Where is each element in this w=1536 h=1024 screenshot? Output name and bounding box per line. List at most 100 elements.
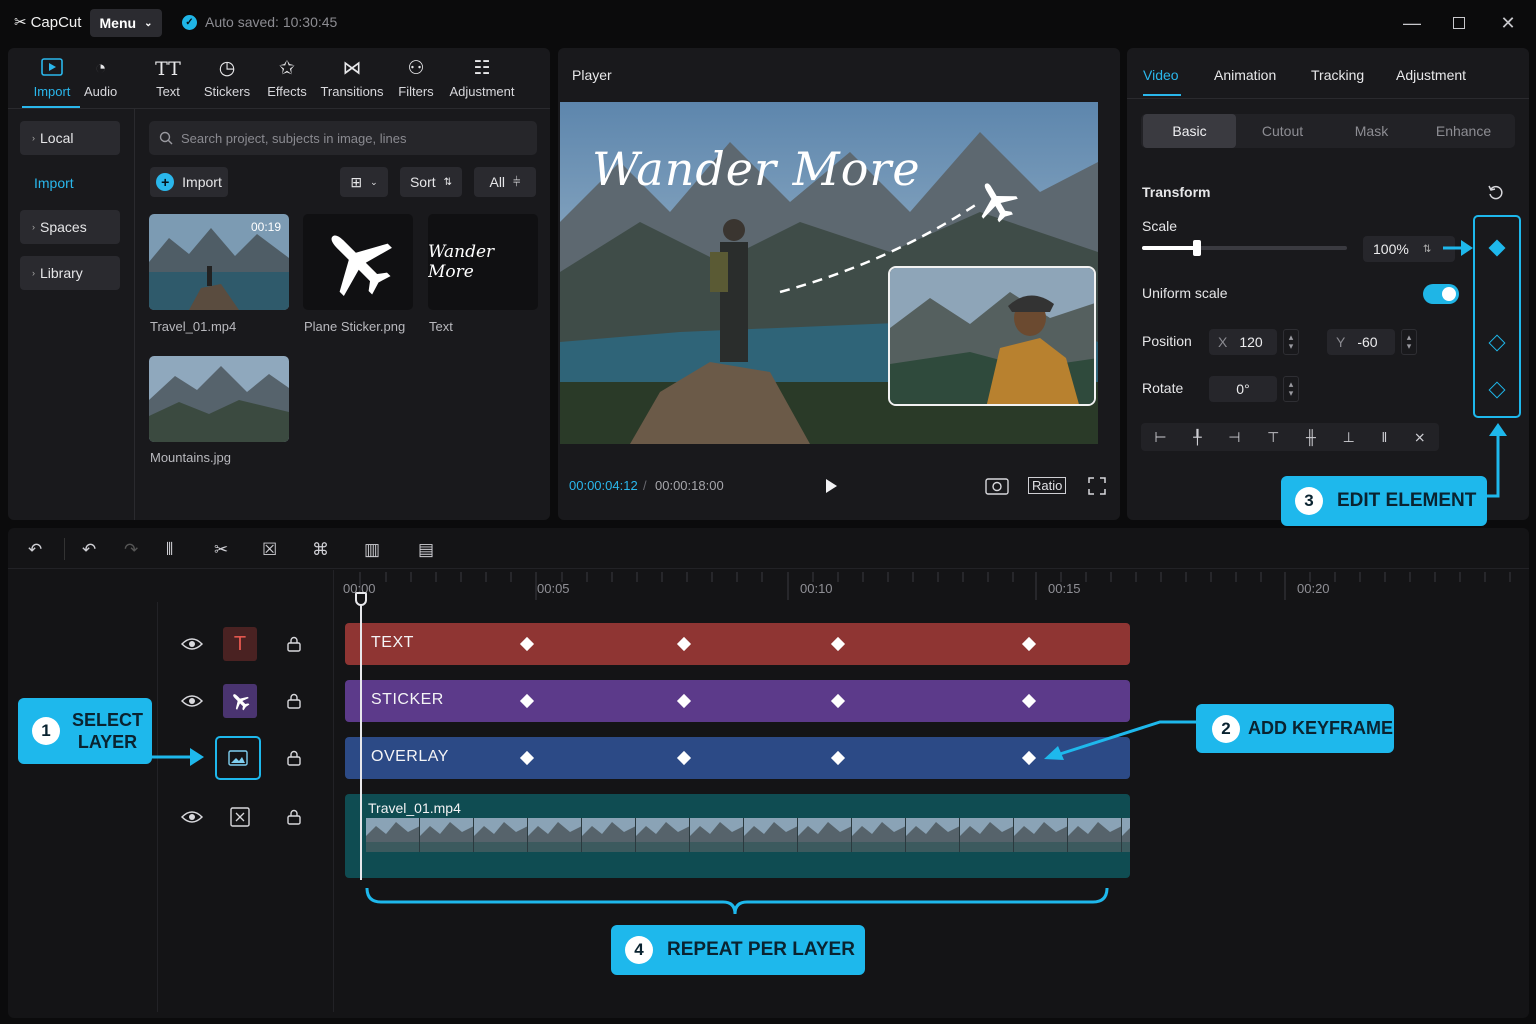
view-grid-button[interactable]: ⊞ ⌄ [340, 167, 388, 197]
keyframe-marker[interactable] [676, 750, 692, 766]
media-thumb-mountains[interactable] [149, 356, 289, 442]
mirror-icon[interactable]: ▥ [364, 540, 380, 560]
sidebar-item-spaces[interactable]: › Spaces [20, 210, 120, 244]
keyframe-marker[interactable] [1021, 750, 1037, 766]
subtab-cutout[interactable]: Cutout [1236, 114, 1329, 148]
close-button[interactable]: ✕ [1494, 10, 1522, 36]
sort-button[interactable]: Sort ⇅ [400, 167, 462, 197]
tab-video[interactable]: Video [1143, 67, 1179, 83]
eye-icon[interactable] [181, 637, 203, 651]
tool-import[interactable]: Import [24, 58, 80, 104]
reset-button[interactable] [1487, 184, 1505, 207]
keyframe-marker[interactable] [830, 636, 846, 652]
media-thumb-text[interactable]: Wander More [428, 214, 538, 310]
align-center-h-icon[interactable]: ╀ [1193, 429, 1201, 446]
keyframe-marker[interactable] [1021, 693, 1037, 709]
align-bottom-icon[interactable]: ⊥ [1343, 429, 1355, 446]
tool-stickers[interactable]: ◷ Stickers [204, 58, 250, 104]
layer-column-divider [157, 602, 158, 1012]
split-icon[interactable]: ⫴ [166, 540, 173, 560]
playhead-handle[interactable] [355, 592, 367, 606]
tool-transitions[interactable]: ⋈ Transitions [320, 58, 384, 104]
tool-audio[interactable]: ◔ Audio [84, 58, 117, 104]
rotate-stepper[interactable]: ▴ ▾ [1283, 376, 1299, 402]
position-x-field[interactable]: X 120 [1209, 329, 1277, 355]
import-button[interactable]: + Import [150, 167, 228, 197]
tab-animation[interactable]: Animation [1214, 67, 1276, 83]
search-input[interactable]: Search project, subjects in image, lines [149, 121, 537, 155]
crop-icon[interactable]: ⌘ [312, 540, 329, 560]
menu-button[interactable]: Menu ⌄ [90, 9, 162, 37]
video-layer-icon[interactable] [223, 800, 257, 834]
delete-icon[interactable]: ☒ [262, 540, 277, 560]
tab-adjustment[interactable]: Adjustment [1396, 67, 1466, 83]
position-y-stepper[interactable]: ▴ ▾ [1401, 329, 1417, 355]
maximize-button[interactable] [1445, 10, 1473, 36]
tool-effects[interactable]: ✩ Effects [266, 58, 308, 104]
lock-icon[interactable] [287, 636, 301, 652]
eye-icon[interactable] [181, 810, 203, 824]
tool-text[interactable]: TT Text [150, 58, 186, 104]
scale-slider-handle[interactable] [1193, 240, 1202, 256]
keyframe-marker[interactable] [830, 750, 846, 766]
distribute-v-icon[interactable]: ⨯ [1414, 429, 1426, 446]
plane-sticker[interactable] [968, 176, 1024, 231]
keyframe-marker[interactable] [676, 693, 692, 709]
keyframe-marker[interactable] [519, 750, 535, 766]
lock-icon[interactable] [287, 809, 301, 825]
keyframe-marker[interactable] [1021, 636, 1037, 652]
align-right-icon[interactable]: ⊣ [1228, 429, 1240, 446]
lock-icon[interactable] [287, 693, 301, 709]
playhead[interactable] [360, 594, 362, 880]
subtab-basic[interactable]: Basic [1143, 114, 1236, 148]
tool-filters[interactable]: ⚇ Filters [396, 58, 436, 104]
text-layer-icon[interactable]: T [223, 627, 257, 661]
rotate-field[interactable]: 0° [1209, 376, 1277, 402]
overlay-layer-icon[interactable] [215, 736, 261, 780]
overlay-image[interactable] [888, 266, 1096, 406]
trim-icon[interactable]: ✂ [214, 540, 228, 560]
freeze-icon[interactable]: ▤ [418, 540, 434, 560]
scale-slider[interactable] [1142, 240, 1347, 256]
lock-icon[interactable] [287, 750, 301, 766]
undo-history-icon[interactable]: ↶ [28, 540, 42, 560]
ratio-button[interactable]: Ratio [1028, 477, 1067, 494]
keyframe-marker[interactable] [519, 693, 535, 709]
sidebar-item-import[interactable]: Import [34, 175, 74, 191]
position-y-field[interactable]: Y -60 [1327, 329, 1395, 355]
undo-icon[interactable]: ↶ [82, 540, 96, 560]
filter-all-button[interactable]: All ⫩ [474, 167, 536, 197]
keyframe-marker[interactable] [830, 693, 846, 709]
position-x-stepper[interactable]: ▴ ▾ [1283, 329, 1299, 355]
align-center-v-icon[interactable]: ╫ [1306, 429, 1316, 445]
overlay-title-text[interactable]: Wander More [592, 142, 921, 196]
sidebar-item-local[interactable]: › Local [20, 121, 120, 155]
sticker-layer-icon[interactable] [223, 684, 257, 718]
track-video[interactable]: Travel_01.mp4 [345, 794, 1130, 878]
play-button[interactable] [823, 478, 839, 497]
redo-icon[interactable]: ↷ [124, 540, 138, 560]
keyframe-marker[interactable] [519, 636, 535, 652]
sidebar-item-library[interactable]: › Library [20, 256, 120, 290]
subtab-enhance[interactable]: Enhance [1414, 114, 1513, 148]
subtab-mask[interactable]: Mask [1329, 114, 1414, 148]
keyframe-marker[interactable] [676, 636, 692, 652]
snapshot-button[interactable] [985, 477, 1009, 498]
align-top-icon[interactable]: ⊤ [1267, 429, 1279, 446]
minimize-button[interactable]: — [1398, 10, 1426, 36]
track-overlay[interactable]: OVERLAY [345, 737, 1130, 779]
tool-adjustment[interactable]: ☷ Adjustment [448, 58, 516, 104]
fullscreen-button[interactable] [1088, 477, 1106, 498]
uniform-scale-toggle[interactable] [1423, 284, 1459, 304]
track-label: TEXT [371, 634, 414, 651]
track-text[interactable]: TEXT [345, 623, 1130, 665]
media-thumb-travel[interactable]: 00:19 [149, 214, 289, 310]
eye-icon[interactable] [181, 694, 203, 708]
distribute-h-icon[interactable]: ‖ [1381, 429, 1387, 445]
align-left-icon[interactable]: ⊢ [1154, 429, 1166, 446]
media-thumb-plane[interactable] [303, 214, 413, 310]
video-preview[interactable]: Wander More [560, 102, 1098, 444]
tab-tracking[interactable]: Tracking [1311, 67, 1364, 83]
track-sticker[interactable]: STICKER [345, 680, 1130, 722]
divider [8, 108, 550, 109]
